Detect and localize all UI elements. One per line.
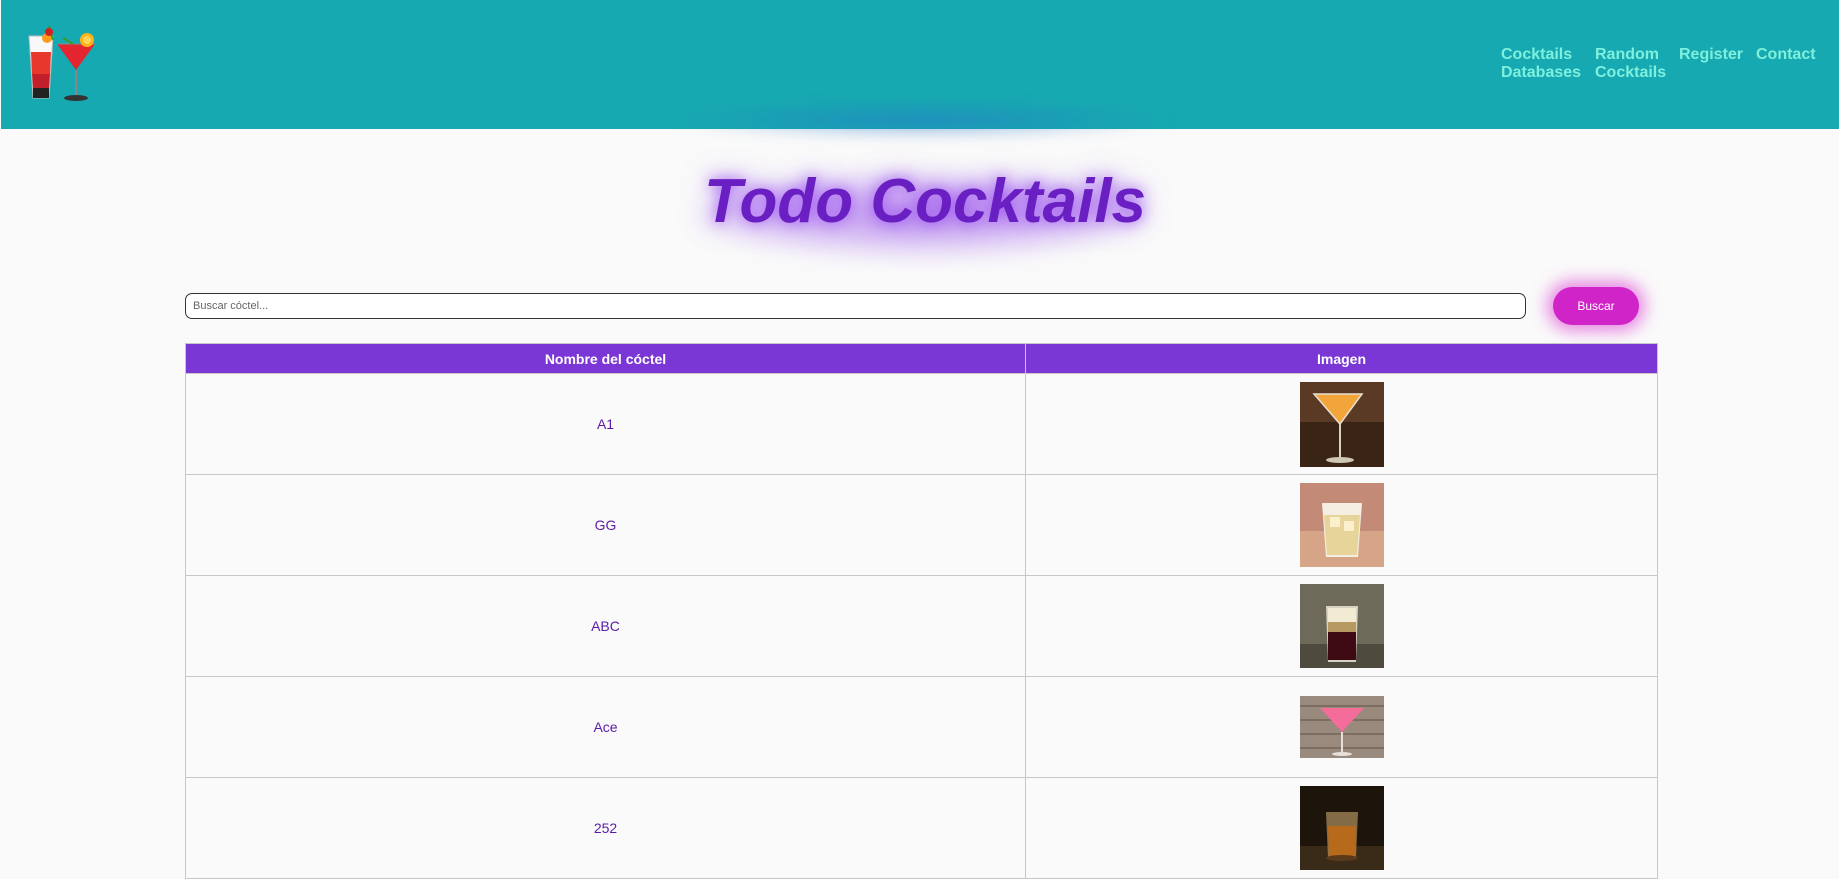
header-glow — [661, 100, 1181, 140]
table-row[interactable]: ABC — [185, 575, 1658, 677]
table-row[interactable]: 252 — [185, 777, 1658, 879]
cocktail-image-cell — [1025, 373, 1658, 475]
cocktail-image[interactable] — [1299, 483, 1384, 567]
column-header-name: Nombre del cóctel — [185, 343, 1026, 374]
cocktail-logo-icon[interactable] — [23, 22, 103, 102]
cocktail-table: Nombre del cóctel Imagen A1 GG ABC Ace 2… — [185, 343, 1658, 879]
cocktail-name: A1 — [185, 373, 1026, 475]
cocktail-image-cell — [1025, 676, 1658, 778]
header-bar: Cocktails Databases Random Cocktails Reg… — [1, 0, 1839, 140]
table-row[interactable]: GG — [185, 474, 1658, 576]
nav-link-contact[interactable]: Contact — [1756, 46, 1826, 82]
cocktail-name: GG — [185, 474, 1026, 576]
cocktail-image-cell — [1025, 777, 1658, 879]
nav-link-register[interactable]: Register — [1679, 46, 1756, 82]
cocktail-image[interactable] — [1299, 381, 1384, 467]
nav-link-cocktails-databases[interactable]: Cocktails Databases — [1501, 46, 1595, 82]
title-area: Todo Cocktails — [600, 140, 1250, 280]
cocktail-name: ABC — [185, 575, 1026, 677]
cocktail-image[interactable] — [1299, 696, 1384, 758]
cocktail-image[interactable] — [1299, 786, 1384, 870]
cocktail-image-cell — [1025, 474, 1658, 576]
table-row[interactable]: Ace — [185, 676, 1658, 778]
column-header-image: Imagen — [1025, 343, 1658, 374]
search-button[interactable]: Buscar — [1553, 287, 1639, 325]
table-row[interactable]: A1 — [185, 373, 1658, 475]
cocktail-table-container: Nombre del cóctel Imagen A1 GG ABC Ace 2… — [185, 343, 1658, 879]
nav-link-random-cocktails[interactable]: Random Cocktails — [1595, 46, 1679, 82]
cocktail-name: Ace — [185, 676, 1026, 778]
cocktail-name: 252 — [185, 777, 1026, 879]
page-title: Todo Cocktails — [703, 167, 1147, 236]
table-header-row: Nombre del cóctel Imagen — [185, 343, 1658, 374]
cocktail-image[interactable] — [1299, 584, 1384, 668]
main-nav: Cocktails Databases Random Cocktails Reg… — [1501, 46, 1826, 82]
search-input[interactable] — [185, 293, 1526, 319]
cocktail-image-cell — [1025, 575, 1658, 677]
